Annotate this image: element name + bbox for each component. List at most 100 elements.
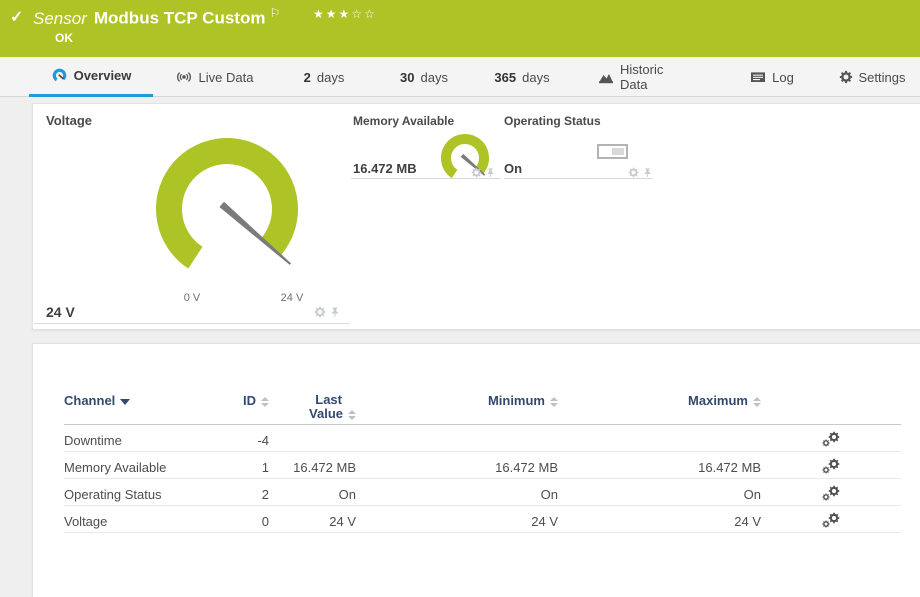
priority-stars[interactable]: ★★★☆☆ bbox=[313, 7, 377, 21]
channel-table-panel: Channel ID Last Value Minimum Maximum bbox=[32, 343, 920, 597]
tab-2-days-number: 2 bbox=[304, 70, 311, 85]
voltage-pin-icon[interactable] bbox=[329, 306, 341, 318]
cell-minimum: On bbox=[356, 478, 558, 505]
tab-365-days-number: 365 bbox=[494, 70, 516, 85]
tab-settings[interactable]: Settings bbox=[840, 57, 904, 97]
voltage-gauge-arc bbox=[169, 151, 285, 258]
column-header-value-label: Value bbox=[309, 406, 343, 421]
gauges-graphics bbox=[33, 104, 920, 329]
cell-id: 1 bbox=[229, 451, 269, 478]
gauge-icon bbox=[51, 67, 68, 84]
sort-both-icon bbox=[753, 397, 761, 407]
channel-settings-gears-icon[interactable] bbox=[822, 485, 840, 501]
tab-historic-data-label: Historic Data bbox=[620, 62, 694, 92]
cell-maximum: 16.472 MB bbox=[558, 451, 761, 478]
cell-id: -4 bbox=[229, 424, 269, 451]
table-row-operating-status: Operating Status 2 On On On bbox=[64, 478, 901, 505]
memory-last-value: 16.472 MB bbox=[353, 161, 417, 176]
voltage-scale-min: 0 V bbox=[172, 292, 212, 304]
cell-maximum: On bbox=[558, 478, 761, 505]
tab-live-data[interactable]: Live Data bbox=[168, 57, 260, 97]
broadcast-icon bbox=[175, 70, 193, 84]
column-header-last-value[interactable]: Last Value bbox=[269, 344, 356, 424]
status-ok-check-icon: ✓ bbox=[10, 7, 23, 27]
voltage-scale-max: 24 V bbox=[272, 292, 312, 304]
tab-30-days-number: 30 bbox=[400, 70, 414, 85]
cell-channel: Voltage bbox=[64, 505, 229, 532]
cell-channel: Downtime bbox=[64, 424, 229, 451]
cell-last-value: On bbox=[269, 478, 356, 505]
sort-both-icon bbox=[348, 410, 356, 420]
tab-365-days-label: days bbox=[522, 70, 549, 85]
column-header-maximum[interactable]: Maximum bbox=[558, 344, 761, 424]
voltage-channel-title: Voltage bbox=[46, 113, 92, 128]
stars-filled[interactable]: ★★★ bbox=[313, 7, 351, 21]
operating-status-cell-divider bbox=[504, 178, 653, 179]
table-row-downtime: Downtime -4 bbox=[64, 424, 901, 451]
cell-last-value: 16.472 MB bbox=[269, 451, 356, 478]
channel-table: Channel ID Last Value Minimum Maximum bbox=[64, 344, 901, 533]
tab-bar: Overview Live Data 2 days 30 days 365 da… bbox=[0, 57, 920, 97]
column-header-maximum-label: Maximum bbox=[688, 393, 748, 408]
cell-minimum: 24 V bbox=[356, 505, 558, 532]
column-header-minimum-label: Minimum bbox=[488, 393, 545, 408]
column-header-actions bbox=[761, 344, 901, 424]
table-row-memory-available: Memory Available 1 16.472 MB 16.472 MB 1… bbox=[64, 451, 901, 478]
cell-id: 2 bbox=[229, 478, 269, 505]
operating-status-edit-gear-icon[interactable] bbox=[628, 167, 639, 178]
gear-icon bbox=[839, 70, 853, 84]
operating-status-last-value: On bbox=[504, 161, 522, 176]
memory-pin-icon[interactable] bbox=[485, 167, 496, 178]
tab-log-label: Log bbox=[772, 70, 794, 85]
channel-settings-gears-icon[interactable] bbox=[822, 458, 840, 474]
tab-365-days[interactable]: 365 days bbox=[490, 57, 554, 97]
priority-flag-icon[interactable]: ⚐ bbox=[269, 6, 280, 20]
cell-minimum bbox=[356, 424, 558, 451]
sensor-status-text: OK bbox=[55, 31, 73, 45]
column-header-channel[interactable]: Channel bbox=[64, 344, 229, 424]
channel-settings-gears-icon[interactable] bbox=[822, 431, 840, 447]
sort-desc-icon bbox=[120, 399, 130, 405]
table-row-voltage: Voltage 0 24 V 24 V 24 V bbox=[64, 505, 901, 532]
column-header-id-label: ID bbox=[243, 393, 256, 408]
column-header-last-label: Last bbox=[269, 393, 356, 407]
stars-empty[interactable]: ☆☆ bbox=[351, 7, 377, 21]
tab-30-days[interactable]: 30 days bbox=[396, 57, 452, 97]
sensor-page: ✓ SensorModbus TCP Custom⚐ ★★★☆☆ OK Over… bbox=[0, 0, 920, 597]
gauges-panel: Voltage 0 V 24 V 24 V Memory Available 1… bbox=[32, 103, 920, 330]
channel-table-header-row: Channel ID Last Value Minimum Maximum bbox=[64, 344, 901, 424]
channel-settings-gears-icon[interactable] bbox=[822, 512, 840, 528]
tab-live-data-label: Live Data bbox=[199, 70, 254, 85]
tab-log[interactable]: Log bbox=[746, 57, 798, 97]
cell-channel: Operating Status bbox=[64, 478, 229, 505]
cell-channel: Memory Available bbox=[64, 451, 229, 478]
log-list-icon bbox=[750, 70, 766, 84]
voltage-cell-divider bbox=[34, 323, 350, 324]
tab-30-days-label: days bbox=[421, 70, 448, 85]
tab-historic-data[interactable]: Historic Data bbox=[598, 57, 694, 97]
tab-overview[interactable]: Overview bbox=[29, 57, 153, 97]
memory-edit-gear-icon[interactable] bbox=[471, 167, 482, 178]
cell-last-value bbox=[269, 424, 356, 451]
sort-both-icon bbox=[550, 397, 558, 407]
operating-status-switch bbox=[597, 144, 628, 159]
tab-2-days-label: days bbox=[317, 70, 344, 85]
memory-cell-divider bbox=[351, 178, 501, 179]
tab-settings-label: Settings bbox=[859, 70, 906, 85]
cell-minimum: 16.472 MB bbox=[356, 451, 558, 478]
column-header-id[interactable]: ID bbox=[229, 344, 269, 424]
cell-id: 0 bbox=[229, 505, 269, 532]
memory-channel-title: Memory Available bbox=[353, 114, 454, 128]
tab-2-days[interactable]: 2 days bbox=[298, 57, 350, 97]
voltage-edit-gear-icon[interactable] bbox=[314, 306, 326, 318]
column-header-minimum[interactable]: Minimum bbox=[356, 344, 558, 424]
voltage-last-value: 24 V bbox=[46, 304, 75, 320]
cell-last-value: 24 V bbox=[269, 505, 356, 532]
sensor-name: Modbus TCP Custom bbox=[94, 9, 266, 28]
cell-maximum: 24 V bbox=[558, 505, 761, 532]
tab-overview-label: Overview bbox=[74, 68, 132, 83]
area-chart-icon bbox=[598, 70, 614, 84]
switch-knob bbox=[612, 148, 624, 155]
cell-maximum bbox=[558, 424, 761, 451]
operating-status-pin-icon[interactable] bbox=[642, 167, 653, 178]
